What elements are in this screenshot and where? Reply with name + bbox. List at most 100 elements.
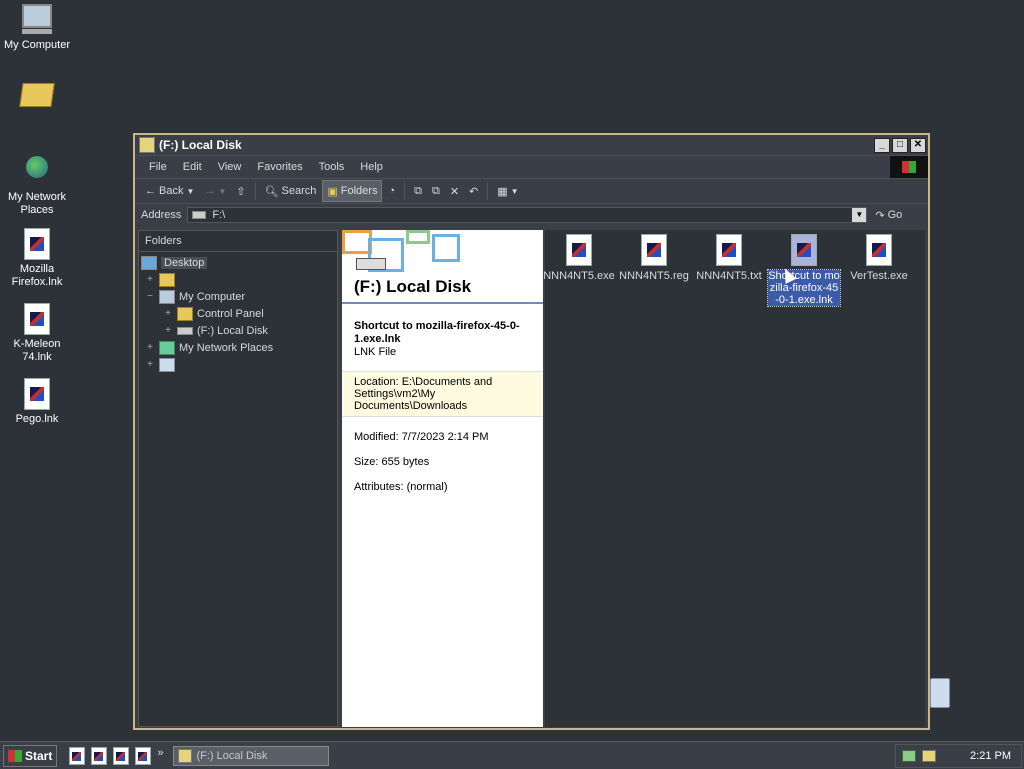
file-item[interactable]: NNN4NT5.reg — [618, 234, 690, 282]
move-to-button[interactable]: ⧉ — [410, 181, 426, 201]
desktop-icon-label: Mozilla Firefox.lnk — [11, 263, 63, 288]
volume-tray-icon[interactable] — [922, 749, 937, 762]
clock[interactable]: 2:21 PM — [970, 750, 1011, 762]
taskbar: Start » (F:) Local Disk 2:21 PM — [0, 741, 1024, 769]
collapse-icon[interactable]: − — [145, 291, 155, 302]
desktop-icon-my-network-places[interactable]: My Network Places — [0, 152, 74, 217]
back-button[interactable]: ← Back ▼ — [141, 181, 198, 201]
details-panel: (F:) Local Disk Shortcut to mozilla-fire… — [342, 230, 543, 727]
address-dropdown-button[interactable]: ▼ — [852, 208, 867, 222]
quick-launch-shortcut-icon[interactable] — [91, 746, 108, 765]
go-arrow-icon: ↷ — [875, 209, 885, 222]
expand-icon[interactable]: + — [163, 325, 173, 336]
menu-file[interactable]: File — [141, 161, 175, 173]
menu-view[interactable]: View — [210, 161, 250, 173]
tree-item-desktop[interactable]: Desktop — [139, 254, 337, 271]
details-item-type: LNK File — [354, 346, 397, 358]
recycle-bin-icon — [159, 357, 175, 372]
views-button[interactable]: ▦ ▼ — [493, 181, 522, 201]
window-title: (F:) Local Disk — [159, 138, 242, 152]
tree-item-local-disk[interactable]: + (F:) Local Disk — [139, 322, 337, 339]
expand-icon[interactable]: + — [145, 274, 155, 285]
expand-icon[interactable]: + — [163, 308, 173, 319]
copy-to-icon: ⧉ — [431, 184, 440, 197]
forward-button[interactable]: → ▼ — [200, 181, 230, 201]
maximize-button[interactable]: □ — [892, 137, 908, 153]
expand-icon[interactable]: + — [145, 342, 155, 353]
undo-button[interactable]: ↶ — [465, 181, 482, 201]
address-input[interactable]: F:\ ▼ — [187, 207, 868, 223]
tree-item-recycle-bin[interactable]: + — [139, 356, 337, 373]
folders-button[interactable]: ▣ Folders — [322, 180, 383, 202]
toolbar-separator — [404, 182, 406, 200]
tree-item-my-documents[interactable]: + — [139, 271, 337, 288]
details-location: Location: E:\Documents and Settings\vm2\… — [342, 371, 543, 417]
control-panel-icon — [177, 306, 193, 321]
quick-launch-chevron[interactable]: » — [157, 747, 163, 765]
file-label: VerTest.exe — [850, 270, 908, 282]
up-folder-button[interactable]: ⇧ — [232, 181, 249, 201]
file-label: NNN4NT5.txt — [696, 270, 762, 282]
desktop-icon-folder[interactable] — [0, 78, 74, 118]
tree-item-label: Desktop — [161, 256, 208, 269]
expand-icon[interactable]: + — [145, 359, 155, 370]
history-button[interactable]: ◔ — [384, 181, 399, 201]
start-button[interactable]: Start — [3, 744, 58, 767]
menu-tools[interactable]: Tools — [311, 161, 353, 173]
quick-launch-shortcut-icon[interactable] — [113, 746, 130, 765]
drive-icon — [356, 258, 386, 270]
registry-file-icon — [641, 234, 667, 266]
desktop-icon — [141, 255, 157, 270]
tree-item-label: My Computer — [179, 290, 246, 303]
search-button[interactable]: 🔍︎ Search — [261, 181, 321, 201]
up-folder-icon: ⇧ — [236, 185, 246, 198]
menu-edit[interactable]: Edit — [175, 161, 210, 173]
file-list: NNN4NT5.exe NNN4NT5.reg NNN4NT5.txt Shor… — [543, 230, 925, 727]
menu-favorites[interactable]: Favorites — [249, 161, 310, 173]
toolbar: ← Back ▼ → ▼ ⇧ 🔍︎ Search ▣ Folders ◔ ⧉ ⧉… — [135, 178, 928, 203]
menu-bar: File Edit View Favorites Tools Help — [135, 155, 928, 178]
desktop-icon-k-meleon[interactable]: K-Meleon 74.lnk — [0, 303, 74, 364]
shortcut-file-icon — [21, 228, 53, 260]
delete-button[interactable]: ✕ — [446, 181, 463, 201]
tree-item-my-computer[interactable]: − My Computer — [139, 288, 337, 305]
file-item[interactable]: VerTest.exe — [843, 234, 915, 282]
recycle-bin-icon[interactable] — [930, 678, 950, 708]
minimize-button[interactable]: _ — [874, 137, 890, 153]
go-label: Go — [887, 209, 903, 221]
desktop-icon-mozilla-firefox[interactable]: Mozilla Firefox.lnk — [0, 228, 74, 289]
drive-icon — [177, 326, 193, 335]
quick-launch-shortcut-icon[interactable] — [135, 746, 152, 765]
drive-icon — [192, 211, 207, 219]
go-button[interactable]: ↷ Go — [875, 209, 902, 222]
chevron-down-icon[interactable]: ▼ — [186, 187, 194, 196]
chevron-down-icon[interactable]: ▼ — [511, 187, 519, 196]
chevron-down-icon[interactable]: ▼ — [218, 187, 226, 196]
file-item[interactable]: NNN4NT5.exe — [543, 234, 615, 282]
windows-logo-icon — [890, 156, 928, 178]
folder-icon — [19, 83, 55, 115]
close-button[interactable]: ✕ — [910, 137, 926, 153]
network-tray-icon[interactable] — [902, 749, 917, 762]
executable-file-icon — [866, 234, 892, 266]
menu-help[interactable]: Help — [352, 161, 391, 173]
desktop-icon-my-computer[interactable]: My Computer — [0, 2, 74, 52]
system-tray: 2:21 PM — [895, 743, 1022, 768]
back-label: Back — [159, 185, 184, 197]
file-label: NNN4NT5.exe — [543, 270, 615, 282]
tree-item-my-network-places[interactable]: + My Network Places — [139, 339, 337, 356]
desktop-icon-pego[interactable]: Pego.lnk — [0, 378, 74, 426]
computer-icon — [21, 4, 53, 36]
explorer-window: (F:) Local Disk _ □ ✕ File Edit View Fav… — [133, 133, 930, 730]
file-item[interactable]: NNN4NT5.txt — [693, 234, 765, 282]
tree-item-control-panel[interactable]: + Control Panel — [139, 305, 337, 322]
desktop-icon-label: Pego.lnk — [15, 413, 59, 425]
computer-icon — [159, 289, 175, 304]
taskbar-window-button[interactable]: (F:) Local Disk — [173, 745, 330, 766]
title-bar[interactable]: (F:) Local Disk _ □ ✕ — [135, 135, 928, 155]
back-arrow-icon: ← — [145, 185, 156, 197]
file-item-selected[interactable]: Shortcut to mozilla-firefox-45-0-1.exe.l… — [767, 234, 841, 307]
network-places-icon — [159, 340, 175, 355]
quick-launch-shortcut-icon[interactable] — [69, 746, 86, 765]
copy-to-button[interactable]: ⧉ — [428, 181, 444, 201]
